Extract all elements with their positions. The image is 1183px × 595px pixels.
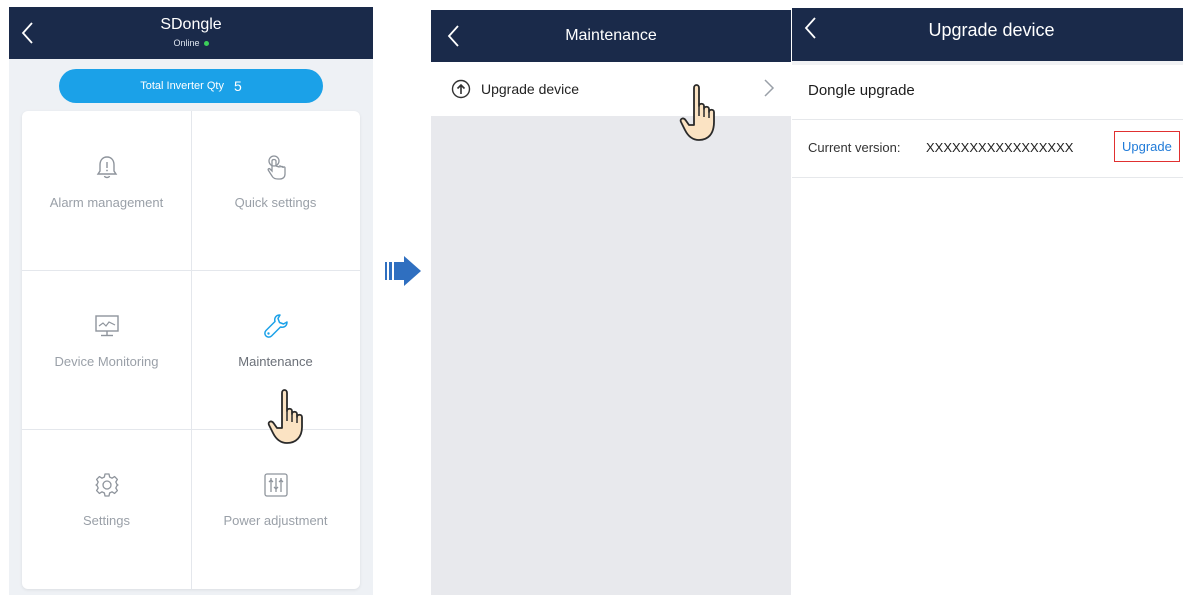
divider <box>792 177 1183 178</box>
upgrade-device-label: Upgrade device <box>481 81 580 97</box>
current-version-value: XXXXXXXXXXXXXXXXX <box>926 140 1074 155</box>
total-inverter-label: Total Inverter Qty <box>140 80 224 92</box>
tile-label: Maintenance <box>238 354 313 369</box>
total-inverter-count: 5 <box>233 78 242 94</box>
upgrade-button[interactable]: Upgrade <box>1114 131 1180 162</box>
wrench-icon <box>263 314 288 338</box>
upgrade-device-header: Upgrade device <box>792 8 1183 61</box>
connection-status: Online <box>9 38 373 48</box>
section-title: Dongle upgrade <box>808 82 915 99</box>
header-shadow <box>792 61 1183 65</box>
tile-alarm-management[interactable]: Alarm management <box>22 111 191 270</box>
online-dot-icon <box>203 41 209 47</box>
tile-label: Alarm management <box>49 195 164 210</box>
total-inverter-badge: Total Inverter Qty 5 <box>59 69 323 103</box>
status-text: Online <box>173 38 200 48</box>
page-title: Upgrade device <box>928 20 1055 40</box>
gear-icon <box>94 473 119 497</box>
tile-label: Power adjustment <box>223 513 328 528</box>
tile-device-monitoring[interactable]: Device Monitoring <box>22 270 191 429</box>
sdongle-home-screen: SDongle Online Total Inverter Qty 5 Alar… <box>9 7 373 595</box>
chevron-right-icon <box>764 79 775 97</box>
right-arrow-icon <box>385 256 421 286</box>
tile-settings[interactable]: Settings <box>22 429 191 588</box>
tile-quick-settings[interactable]: Quick settings <box>191 111 360 270</box>
tile-label: Settings <box>83 513 130 528</box>
upgrade-device-screen: Upgrade device Dongle upgrade Current ve… <box>792 0 1183 595</box>
tap-hand-icon <box>679 84 715 141</box>
tile-power-adjustment[interactable]: Power adjustment <box>191 429 360 588</box>
alarm-bell-icon <box>96 156 117 179</box>
page-title: Maintenance <box>565 27 657 44</box>
divider <box>792 119 1183 120</box>
maintenance-screen: Maintenance Upgrade device <box>431 10 791 595</box>
tile-label: Quick settings <box>234 195 317 210</box>
monitor-icon <box>94 315 119 337</box>
upgrade-device-item[interactable]: Upgrade device <box>431 62 791 116</box>
sdongle-header: SDongle Online <box>9 7 373 59</box>
upload-circle-icon <box>451 79 471 99</box>
canvas: SDongle Online Total Inverter Qty 5 Alar… <box>0 0 1183 595</box>
sliders-icon <box>263 473 288 497</box>
page-title: SDongle <box>160 16 222 33</box>
current-version-label: Current version: <box>808 140 901 155</box>
function-grid: Alarm management Quick settings Device M… <box>22 111 360 589</box>
tile-label: Device Monitoring <box>54 354 159 369</box>
tap-hand-icon <box>267 389 303 444</box>
touch-icon <box>267 155 286 180</box>
maintenance-header: Maintenance <box>431 10 791 62</box>
